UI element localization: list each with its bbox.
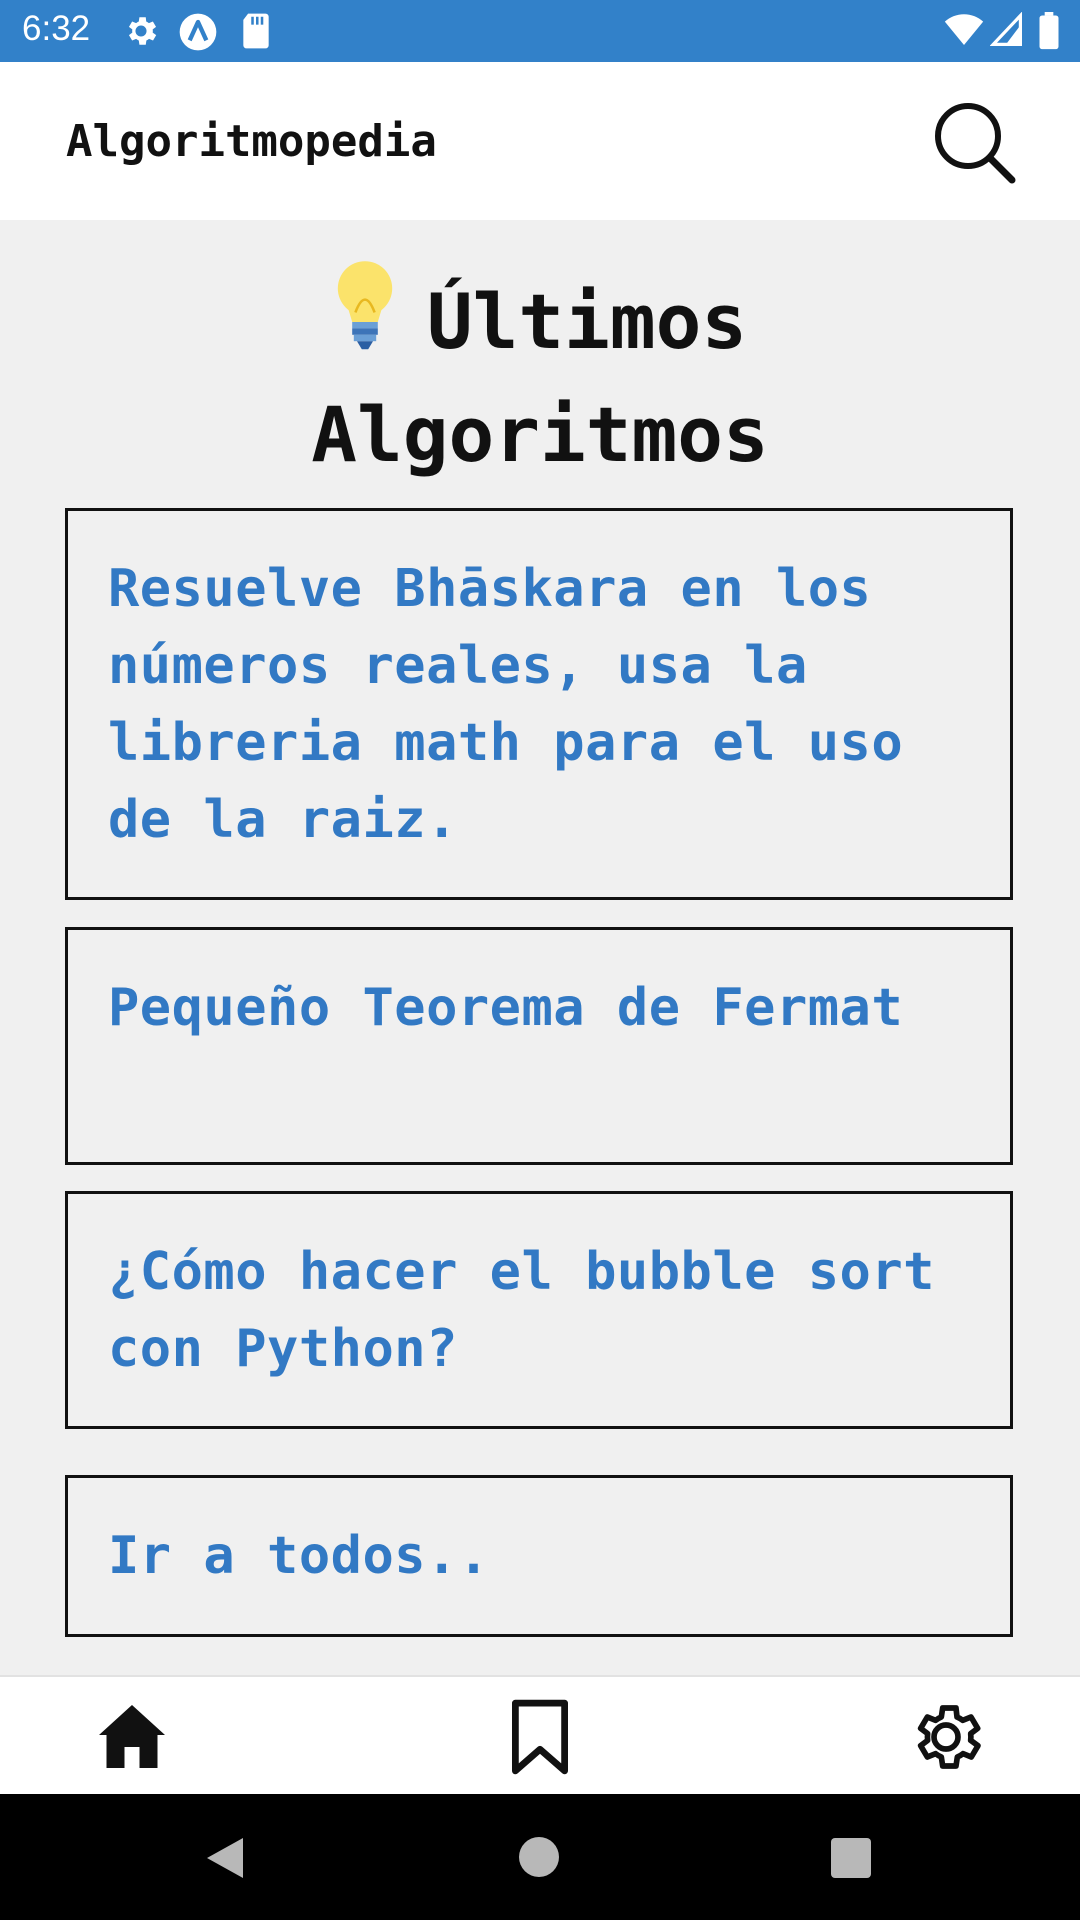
gear-icon	[128, 17, 157, 45]
status-bar: 6:32	[0, 0, 1080, 62]
app-bar: Algoritmopedia	[0, 62, 1080, 220]
search-icon[interactable]	[932, 100, 1016, 184]
status-time: 6:32	[22, 9, 91, 48]
lightbulb-icon	[337, 261, 393, 350]
back-icon[interactable]	[203, 1834, 247, 1882]
sd-card-icon	[243, 13, 269, 49]
algorithm-card[interactable]: Resuelve Bhāskara en los números reales,…	[65, 508, 1013, 900]
see-all-text: Ir a todos..	[108, 1526, 490, 1586]
home-icon[interactable]	[96, 1697, 168, 1773]
algorithm-card[interactable]: Pequeño Teorema de Fermat	[65, 927, 1013, 1165]
signal-icon	[990, 12, 1022, 46]
app-icon	[179, 13, 217, 51]
algorithm-card[interactable]: ¿Cómo hacer el bubble sort con Python?	[65, 1191, 1013, 1429]
see-all-card[interactable]: Ir a todos..	[65, 1475, 1013, 1637]
card-text: Resuelve Bhāskara en los números reales,…	[108, 559, 904, 850]
recents-icon[interactable]	[831, 1838, 871, 1878]
wifi-icon	[944, 14, 984, 45]
settings-icon[interactable]	[906, 1697, 986, 1777]
card-text: Pequeño Teorema de Fermat	[108, 978, 904, 1038]
home-circle-icon[interactable]	[519, 1837, 559, 1877]
battery-icon	[1039, 12, 1059, 50]
system-nav-bar	[0, 1794, 1080, 1920]
section-title: Últimos Algoritmos	[90, 258, 990, 491]
bookmark-icon[interactable]	[508, 1697, 572, 1777]
card-text: ¿Cómo hacer el bubble sort con Python?	[108, 1242, 935, 1379]
app-title: Algoritmopedia	[66, 116, 437, 167]
bottom-nav	[0, 1675, 1080, 1796]
